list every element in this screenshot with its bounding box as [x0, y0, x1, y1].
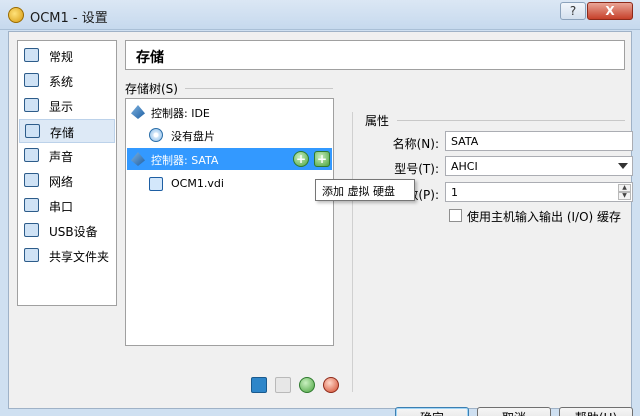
tree-row-label: OCM1.vdi	[171, 177, 224, 190]
controller-icon	[131, 105, 145, 119]
optical-disc-icon	[149, 128, 163, 142]
port-count-spinbox[interactable]: 1 ▲ ▼	[445, 182, 633, 202]
tree-row-vdi-disk[interactable]: OCM1.vdi	[127, 173, 332, 195]
sidebar-item-label: 共享文件夹	[49, 250, 110, 264]
remove-attachment-icon[interactable]	[323, 377, 339, 393]
sidebar-item-system[interactable]: 系统	[19, 69, 115, 93]
sidebar-item-usb[interactable]: USB设备	[19, 219, 115, 243]
ok-button[interactable]: 确定	[395, 407, 469, 416]
sidebar-item-network[interactable]: 网络	[19, 169, 115, 193]
sidebar-item-display[interactable]: 显示	[19, 94, 115, 118]
tree-row-label: 没有盘片	[171, 130, 215, 143]
add-optical-drive-icon[interactable]: +	[293, 151, 309, 167]
virtualbox-app-icon	[8, 7, 24, 23]
divider	[397, 120, 625, 121]
serial-port-icon	[24, 198, 39, 212]
name-field[interactable]: SATA	[445, 131, 633, 151]
help-button[interactable]: ?	[560, 2, 586, 20]
folder-icon	[24, 248, 39, 262]
storage-icon	[25, 124, 40, 138]
host-io-cache-checkbox[interactable]	[449, 209, 462, 222]
spin-up-icon[interactable]: ▲	[618, 184, 631, 192]
network-icon	[24, 173, 39, 187]
chevron-down-icon	[618, 163, 628, 169]
page-title: 存储	[136, 50, 164, 66]
host-io-cache-label: 使用主机输入输出 (I/O) 缓存	[467, 210, 622, 224]
close-button[interactable]: X	[587, 2, 633, 20]
usb-icon	[24, 223, 39, 237]
storage-tree-label: 存储树(S)	[125, 82, 178, 96]
cancel-button[interactable]: 取消	[477, 407, 551, 416]
tree-row-ide-controller[interactable]: 控制器: IDE	[127, 101, 332, 123]
storage-tree[interactable]: 控制器: IDE 没有盘片 控制器: SATA + + OCM1.vdi	[125, 98, 334, 346]
add-attachment-icon[interactable]	[299, 377, 315, 393]
speaker-icon	[24, 148, 39, 162]
settings-sidebar: 常规 系统 显示 存储 声音 网络 串口 USB设备 共享文件夹	[17, 40, 117, 306]
divider	[352, 112, 353, 392]
sidebar-item-label: 系统	[49, 75, 74, 89]
port-count-value: 1	[451, 186, 458, 199]
sidebar-item-label: 常规	[49, 50, 74, 64]
tooltip: 添加 虚拟 硬盘	[315, 179, 415, 201]
tree-row-label: 控制器: IDE	[151, 107, 210, 120]
divider	[185, 88, 333, 89]
sidebar-item-label: 网络	[49, 175, 74, 189]
sidebar-item-audio[interactable]: 声音	[19, 144, 115, 168]
sidebar-item-general[interactable]: 常规	[19, 44, 115, 68]
sidebar-item-label: 显示	[49, 100, 74, 114]
sidebar-item-label: USB设备	[49, 225, 98, 239]
sidebar-item-label: 串口	[49, 200, 74, 214]
sidebar-item-shared-folders[interactable]: 共享文件夹	[19, 244, 115, 268]
tree-row-label: 控制器: SATA	[151, 154, 219, 167]
monitor-icon	[24, 48, 39, 62]
tree-row-sata-controller[interactable]: 控制器: SATA + +	[127, 148, 332, 170]
title-bar: OCM1 - 设置 ? X	[0, 0, 640, 30]
sidebar-item-serial[interactable]: 串口	[19, 194, 115, 218]
window-title: OCM1 - 设置	[30, 11, 108, 26]
controller-icon	[131, 152, 145, 166]
tree-row-empty-disc[interactable]: 没有盘片	[127, 124, 332, 146]
page-header: 存储	[125, 40, 625, 70]
type-label: 型号(T):	[394, 162, 439, 176]
sidebar-item-storage[interactable]: 存储	[19, 119, 115, 143]
settings-dialog: 常规 系统 显示 存储 声音 网络 串口 USB设备 共享文件夹 存储 存储树(…	[8, 31, 633, 416]
type-select-value: AHCI	[451, 160, 478, 173]
display-icon	[24, 98, 39, 112]
remove-controller-icon[interactable]	[275, 377, 291, 393]
add-hard-disk-icon[interactable]: +	[314, 151, 330, 167]
properties-heading: 属性	[365, 114, 390, 128]
sidebar-item-label: 存储	[50, 126, 75, 140]
type-select[interactable]: AHCI	[445, 156, 633, 176]
add-controller-icon[interactable]	[251, 377, 267, 393]
spin-down-icon[interactable]: ▼	[618, 192, 631, 200]
chip-icon	[24, 73, 39, 87]
sidebar-item-label: 声音	[49, 150, 74, 164]
name-label: 名称(N):	[392, 137, 439, 151]
hard-disk-icon	[149, 177, 163, 191]
help-dialog-button[interactable]: 帮助(H)	[559, 407, 633, 416]
